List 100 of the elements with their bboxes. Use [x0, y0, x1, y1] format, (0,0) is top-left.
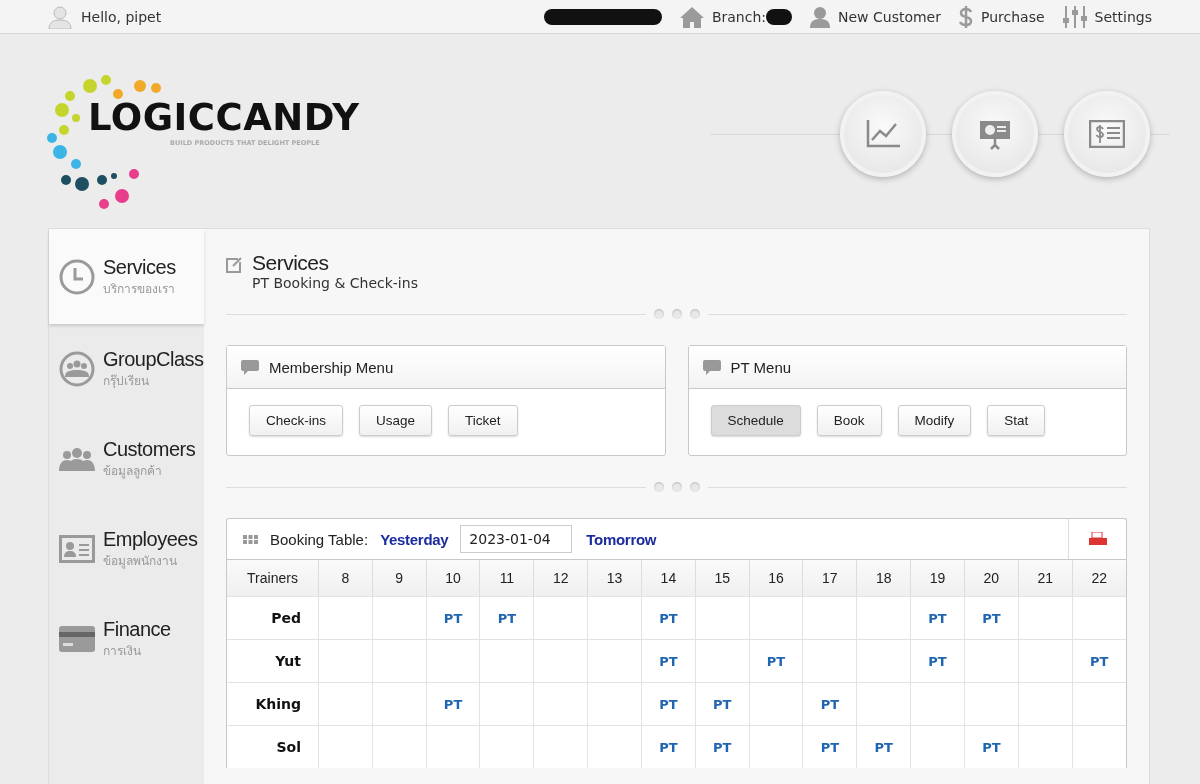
booking-cell: PT: [641, 639, 696, 683]
menu-button[interactable]: Check-ins: [249, 405, 344, 436]
column-header: 17: [802, 560, 857, 597]
sidebar-subtitle: การเงิน: [103, 643, 142, 660]
round-shortcut-button[interactable]: [1064, 91, 1150, 177]
sidebar-item[interactable]: Employees ข้อมูลพนักงาน: [49, 504, 204, 594]
grid-icon: [243, 534, 258, 544]
column-header: 16: [749, 560, 803, 597]
round-shortcut-button[interactable]: [952, 91, 1038, 177]
column-header: 12: [533, 560, 588, 597]
presentation-board-icon: [979, 118, 1011, 150]
home-icon: [679, 5, 704, 28]
trainer-name: Yut: [227, 639, 319, 683]
column-header: 22: [1072, 560, 1126, 597]
top-nav-link[interactable]: Purchase: [959, 5, 1045, 28]
column-header: 14: [641, 560, 696, 597]
booking-cell: PT: [480, 596, 534, 640]
link-label: Settings: [1094, 8, 1152, 25]
booking-cell: PT: [802, 682, 857, 726]
booking-cell: PT: [856, 725, 911, 768]
dollar-icon: [959, 5, 973, 28]
tomorrow-link[interactable]: Tomorrow: [586, 530, 657, 548]
sidebar-title: Employees: [103, 528, 198, 551]
people-icon: [59, 447, 95, 471]
link-label: New Customer: [838, 8, 941, 25]
person-icon: [810, 5, 830, 28]
booking-cell: PT: [964, 725, 1019, 768]
sidebar-subtitle: ข้อมูลลูกค้า: [103, 463, 163, 480]
booking-cell: PT: [910, 639, 965, 683]
trainer-name: Khing: [227, 682, 319, 726]
pager-dot: [689, 482, 700, 492]
sidebar-title: Finance: [103, 618, 171, 641]
page-title: Services: [252, 251, 330, 275]
sidebar-subtitle: ข้อมูลพนักงาน: [103, 553, 178, 570]
sidebar-item[interactable]: Services บริการของเรา: [49, 229, 204, 324]
column-header: 19: [910, 560, 965, 597]
speech-bubble-icon: [241, 359, 259, 375]
branch-label: Branch:: [711, 8, 766, 25]
trainer-name: Ped: [227, 596, 319, 640]
column-header: 10: [426, 560, 480, 597]
booking-cell: PT: [802, 725, 857, 768]
booking-cell: PT: [964, 596, 1019, 640]
redaction-mark: [766, 8, 792, 25]
booking-cell: PT: [641, 682, 696, 726]
panel-title: Membership Menu: [269, 358, 394, 376]
sidebar-title: GroupClass: [103, 348, 204, 371]
menu-button[interactable]: Modify: [897, 405, 972, 436]
logo-text: LOGICCANDY: [88, 96, 360, 139]
user-avatar-icon: [48, 4, 72, 29]
booking-cell: PT: [695, 682, 750, 726]
sidebar-subtitle: บริการของเรา: [103, 280, 176, 298]
date-field[interactable]: 2023-01-04: [460, 525, 573, 553]
column-header: 8: [318, 560, 373, 597]
sidebar-item[interactable]: GroupClass กรุ๊ปเรียน: [49, 324, 204, 414]
sliders-icon: [1062, 5, 1087, 28]
column-header: 15: [695, 560, 750, 597]
column-header: 18: [856, 560, 911, 597]
booking-cell: PT: [426, 682, 480, 726]
edit-icon: [226, 257, 242, 273]
pager-dot: [671, 309, 682, 319]
round-shortcut-button[interactable]: [840, 91, 926, 177]
yesterday-link[interactable]: Yesterday: [380, 530, 449, 548]
column-header: 9: [372, 560, 427, 597]
menu-button[interactable]: Stat: [987, 405, 1046, 436]
sidebar-title: Services: [103, 255, 176, 279]
greeting-text: Hello, pipet: [81, 8, 162, 25]
booking-cell: PT: [910, 596, 965, 640]
pager-dot: [653, 309, 664, 319]
booking-cell: PT: [641, 725, 696, 768]
sidebar-item[interactable]: Finance การเงิน: [49, 594, 204, 684]
booking-cell: PT: [749, 639, 803, 683]
pager-dot: [671, 482, 682, 492]
booking-cell: PT: [426, 596, 480, 640]
id-card-icon: [59, 535, 95, 563]
sidebar-item[interactable]: Customers ข้อมูลลูกค้า: [49, 414, 204, 504]
column-header: 13: [587, 560, 642, 597]
booking-cell: PT: [1072, 639, 1126, 683]
column-header: Trainers: [227, 560, 319, 597]
column-header: 20: [964, 560, 1019, 597]
menu-button[interactable]: Ticket: [448, 405, 518, 436]
booking-cell: PT: [641, 596, 696, 640]
panel-title: PT Menu: [730, 358, 792, 376]
menu-button[interactable]: Usage: [359, 405, 433, 436]
sidebar-subtitle: กรุ๊ปเรียน: [103, 373, 150, 390]
booking-cell: PT: [695, 725, 750, 768]
dollar-document-icon: [1089, 120, 1125, 148]
table-title: Booking Table:: [270, 530, 369, 548]
top-nav-link[interactable]: Settings: [1062, 5, 1152, 28]
branch-link[interactable]: Branch:: [679, 5, 792, 28]
menu-button[interactable]: Schedule: [710, 405, 801, 436]
column-header: 11: [480, 560, 534, 597]
printer-icon: [1087, 532, 1108, 546]
clock-icon: [59, 258, 95, 295]
page-subtitle: PT Booking & Check-ins: [252, 275, 418, 291]
group-icon: [59, 351, 95, 387]
menu-button[interactable]: Book: [816, 405, 882, 436]
top-nav-link[interactable]: New Customer: [810, 5, 941, 28]
line-chart-icon: [866, 120, 900, 148]
sidebar-title: Customers: [103, 438, 196, 461]
credit-card-icon: [59, 626, 95, 652]
